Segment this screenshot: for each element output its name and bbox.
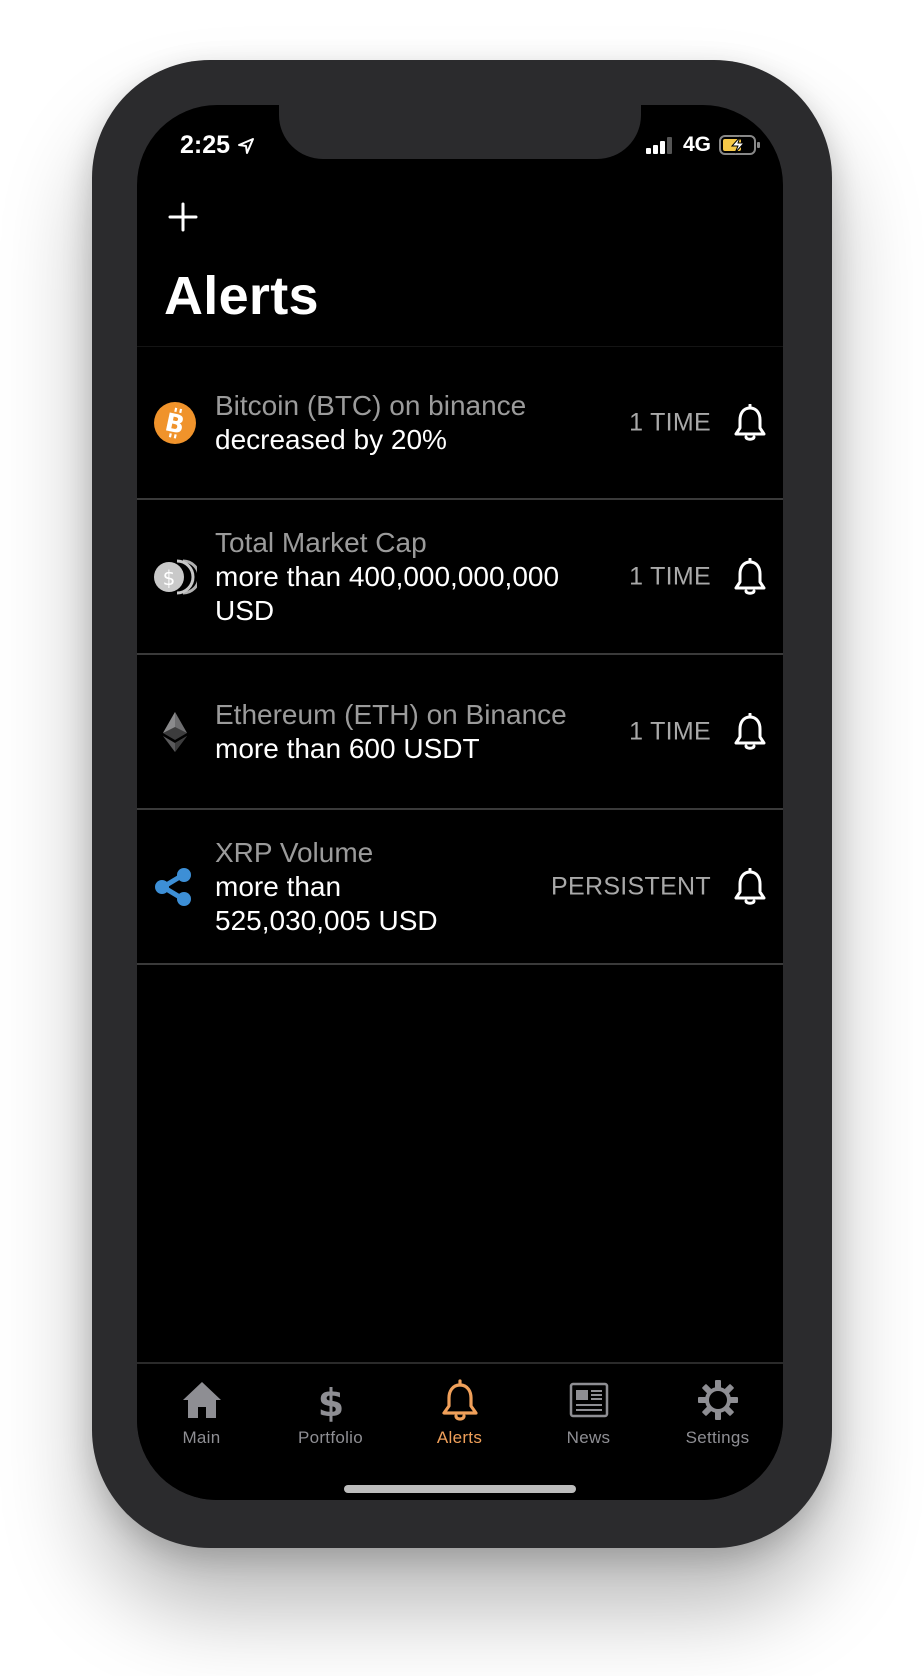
tab-news[interactable]: News [524,1378,653,1448]
alert-name: XRP Volume [215,836,374,868]
svg-text:$: $ [163,566,176,590]
page: 2:25 4G Alerts B Bitcoin (BTC) on binanc… [0,0,924,1676]
market-cap-coins-icon: $ [154,559,197,594]
alert-description: XRP Volume more than 525,030,005 USD [215,836,515,938]
alert-name: Total Market Cap [215,526,427,558]
page-title: Alerts [164,266,319,326]
notch [279,105,641,159]
tab-label: Settings [685,1428,750,1447]
alert-row[interactable]: $ Total Market Cap more than 400,000,000… [137,500,783,655]
alert-condition: more than 600 USDT [215,732,480,764]
gear-icon [697,1380,738,1420]
bell-icon[interactable] [733,557,767,596]
tab-portfolio[interactable]: $ Portfolio [266,1378,395,1448]
bitcoin-icon: B [154,401,196,444]
tab-label: Main [182,1428,221,1447]
xrp-icon [155,867,191,906]
tab-settings[interactable]: Settings [653,1378,782,1448]
alert-condition: decreased by 20% [215,423,447,455]
alert-name: Ethereum (ETH) on Binance [215,698,567,730]
alert-frequency: 1 TIME [629,717,711,745]
alert-condition: more than 400,000,000,000 USD [215,560,560,626]
newspaper-icon [569,1382,608,1418]
alert-frequency: 1 TIME [629,562,711,590]
tab-alerts[interactable]: Alerts [395,1378,524,1448]
tab-main[interactable]: Main [137,1378,266,1448]
alert-description: Ethereum (ETH) on Binance more than 600 … [215,698,585,766]
status-time: 2:25 [180,131,256,160]
add-alert-button[interactable] [167,201,199,233]
alert-row[interactable]: Ethereum (ETH) on Binance more than 600 … [137,655,783,810]
location-arrow-icon [238,137,255,154]
home-icon [182,1382,221,1418]
alert-name: Bitcoin (BTC) on binance [215,389,527,421]
bell-icon [441,1379,478,1421]
tab-label: News [566,1428,611,1447]
alert-row[interactable]: XRP Volume more than 525,030,005 USD PER… [137,810,783,965]
alert-description: Bitcoin (BTC) on binance decreased by 20… [215,389,585,457]
ethereum-icon [163,711,187,752]
bell-icon[interactable] [733,403,767,442]
alert-frequency: PERSISTENT [551,872,711,900]
app-screen: 2:25 4G Alerts B Bitcoin (BTC) on binanc… [137,105,783,1500]
tab-label: Portfolio [297,1428,364,1447]
home-indicator[interactable] [344,1485,576,1493]
alert-condition: more than 525,030,005 USD [215,870,438,936]
dollar-icon: $ [317,1381,343,1422]
status-indicators: 4G [645,133,761,157]
network-label: 4G [682,133,711,156]
battery-charging-icon [719,135,760,155]
bell-icon[interactable] [733,712,767,751]
svg-text:$: $ [317,1381,343,1422]
signal-icon [645,137,672,154]
alert-row[interactable]: B Bitcoin (BTC) on binance decreased by … [137,347,783,500]
bell-icon[interactable] [733,867,767,906]
tab-bar: Main $ Portfolio Alerts News Settings [137,1362,783,1500]
alert-list: B Bitcoin (BTC) on binance decreased by … [137,347,783,965]
alert-description: Total Market Cap more than 400,000,000,0… [215,526,585,628]
tab-label: Alerts [436,1428,483,1447]
alert-frequency: 1 TIME [629,408,711,436]
status-time-text: 2:25 [180,131,231,159]
